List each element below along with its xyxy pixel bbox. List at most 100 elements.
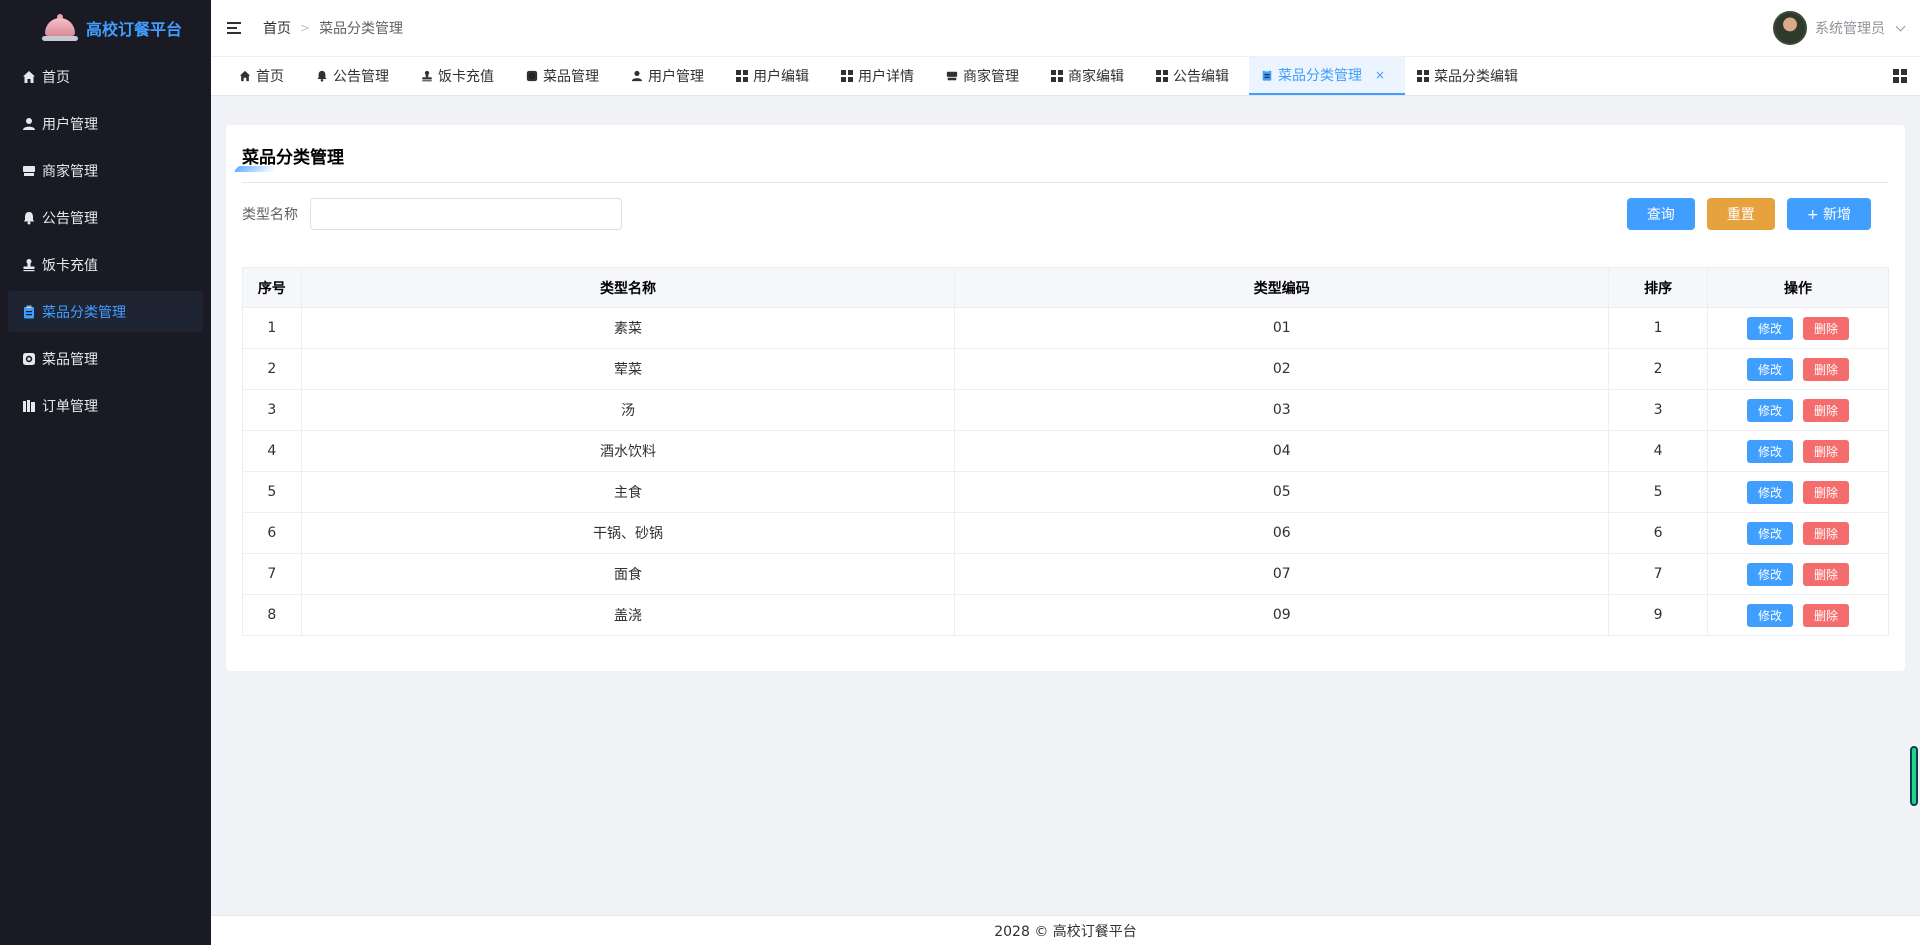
edit-button[interactable]: 修改 xyxy=(1747,521,1794,545)
edit-button[interactable]: 修改 xyxy=(1747,603,1794,627)
cell-type-code: 01 xyxy=(954,307,1610,349)
cell-index: 4 xyxy=(242,430,302,472)
cell-actions: 修改 删除 xyxy=(1707,553,1889,595)
close-icon[interactable]: × xyxy=(1375,68,1385,82)
sidebar-item-1[interactable]: 首页 xyxy=(8,56,203,97)
stamp-icon xyxy=(22,258,36,272)
edit-button[interactable]: 修改 xyxy=(1747,480,1794,504)
cell-actions: 修改 删除 xyxy=(1707,512,1889,554)
cell-index: 7 xyxy=(242,553,302,595)
tab-4[interactable]: 菜品管理 xyxy=(514,57,619,95)
tabs-bar: 首页 公告管理 饭卡充值 菜品管理 用户管理 用户编辑 用户详情 商家管理 商家编辑 公告编辑 菜品… xyxy=(211,56,1920,96)
delete-button[interactable]: 删除 xyxy=(1803,603,1850,627)
sidebar-item-2[interactable]: 用户管理 xyxy=(8,103,203,144)
sidebar-item-label: 公告管理 xyxy=(42,210,98,227)
tab-11[interactable]: 菜品分类管理 × xyxy=(1249,57,1406,95)
table-row: 6 干锅、砂锅 06 6 修改 删除 xyxy=(242,512,1889,554)
cell-type-code: 03 xyxy=(954,389,1610,431)
cell-actions: 修改 删除 xyxy=(1707,348,1889,390)
sidebar-item-7[interactable]: 菜品管理 xyxy=(8,338,203,379)
floating-scroll-handle[interactable] xyxy=(1910,746,1918,806)
table-row: 7 面食 07 7 修改 删除 xyxy=(242,553,1889,595)
home-icon xyxy=(239,70,251,82)
user-name[interactable]: 系统管理员 xyxy=(1815,18,1885,38)
breadcrumb-home[interactable]: 首页 xyxy=(263,18,291,38)
add-button[interactable]: + 新增 xyxy=(1786,198,1871,230)
sidebar-item-6[interactable]: 菜品分类管理 xyxy=(8,291,203,332)
sidebar-item-label: 商家管理 xyxy=(42,163,98,180)
cell-sort: 4 xyxy=(1608,430,1709,472)
edit-button[interactable]: 修改 xyxy=(1747,316,1794,340)
cell-actions: 修改 删除 xyxy=(1707,471,1889,513)
tabs-menu-icon[interactable] xyxy=(1880,57,1920,95)
app-title: 高校订餐平台 xyxy=(86,20,183,39)
sidebar-item-8[interactable]: 订单管理 xyxy=(8,385,203,426)
column-header-sort: 排序 xyxy=(1608,267,1709,308)
sidebar-item-4[interactable]: 公告管理 xyxy=(8,197,203,238)
table-row: 8 盖浇 09 9 修改 删除 xyxy=(242,594,1889,636)
tab-label: 菜品分类编辑 xyxy=(1434,69,1519,85)
tab-9[interactable]: 商家编辑 xyxy=(1039,57,1144,95)
edit-button[interactable]: 修改 xyxy=(1747,562,1794,586)
shop-icon xyxy=(22,164,36,178)
search-label: 类型名称 xyxy=(242,207,298,223)
breadcrumb-current: 菜品分类管理 xyxy=(319,21,404,37)
sidebar-item-label: 菜品分类管理 xyxy=(42,304,126,321)
sidebar-item-label: 菜品管理 xyxy=(42,351,98,368)
table-row: 4 酒水饮料 04 4 修改 删除 xyxy=(242,430,1889,472)
user-menu[interactable]: 系统管理员 xyxy=(1773,11,1906,45)
query-button[interactable]: 查询 xyxy=(1626,198,1695,230)
tab-5[interactable]: 用户管理 xyxy=(619,57,724,95)
type-name-input[interactable] xyxy=(310,198,622,230)
sidebar-item-5[interactable]: 饭卡充值 xyxy=(8,244,203,285)
tab-3[interactable]: 饭卡充值 xyxy=(409,57,514,95)
cell-index: 1 xyxy=(242,307,302,349)
bell-icon xyxy=(22,211,36,225)
sidebar-item-label: 订单管理 xyxy=(42,398,98,415)
edit-button[interactable]: 修改 xyxy=(1747,357,1794,381)
sidebar-item-3[interactable]: 商家管理 xyxy=(8,150,203,191)
reset-button[interactable]: 重置 xyxy=(1706,198,1775,230)
sidebar-menu: 首页用户管理商家管理公告管理饭卡充值菜品分类管理 菜品管理订单管理 xyxy=(0,56,211,426)
cell-actions: 修改 删除 xyxy=(1707,307,1889,349)
delete-button[interactable]: 删除 xyxy=(1803,439,1850,463)
cell-type-name: 面食 xyxy=(300,553,956,595)
edit-button[interactable]: 修改 xyxy=(1747,439,1794,463)
tab-1[interactable]: 首页 xyxy=(227,57,304,95)
tab-label: 公告编辑 xyxy=(1173,69,1229,85)
collapse-menu-icon[interactable] xyxy=(227,22,241,34)
delete-button[interactable]: 删除 xyxy=(1803,562,1850,586)
logo[interactable]: 高校订餐平台 xyxy=(0,0,211,56)
delete-button[interactable]: 删除 xyxy=(1803,398,1850,422)
cell-index: 2 xyxy=(242,348,302,390)
category-table: 序号 类型名称 类型编码 排序 操作 1 素菜 01 1 修改 删除 2 荤菜 02 2 修改 删除 3… xyxy=(242,267,1889,636)
grid-icon xyxy=(841,70,853,82)
order-icon xyxy=(22,399,36,413)
tab-6[interactable]: 用户编辑 xyxy=(724,57,829,95)
tab-8[interactable]: 商家管理 xyxy=(934,57,1039,95)
tab-10[interactable]: 公告编辑 xyxy=(1144,57,1249,95)
delete-button[interactable]: 删除 xyxy=(1803,357,1850,381)
dish-icon xyxy=(22,352,36,366)
cell-index: 6 xyxy=(242,512,302,554)
sidebar: 高校订餐平台 首页用户管理商家管理公告管理饭卡充值菜品分类管理 菜品管理订单管理 xyxy=(0,0,211,945)
tab-label: 公告管理 xyxy=(333,69,389,85)
table-row: 1 素菜 01 1 修改 删除 xyxy=(242,307,1889,349)
delete-button[interactable]: 删除 xyxy=(1803,521,1850,545)
cell-sort: 1 xyxy=(1608,307,1709,349)
avatar[interactable] xyxy=(1773,11,1807,45)
footer: 2028 © 高校订餐平台 xyxy=(211,915,1920,945)
table-row: 3 汤 03 3 修改 删除 xyxy=(242,389,1889,431)
tab-label: 菜品分类管理 xyxy=(1278,68,1362,84)
edit-button[interactable]: 修改 xyxy=(1747,398,1794,422)
cell-type-name: 主食 xyxy=(300,471,956,513)
delete-button[interactable]: 删除 xyxy=(1803,480,1850,504)
tab-2[interactable]: 公告管理 xyxy=(304,57,409,95)
delete-button[interactable]: 删除 xyxy=(1803,316,1850,340)
cell-type-name: 素菜 xyxy=(300,307,956,349)
tab-7[interactable]: 用户详情 xyxy=(829,57,934,95)
chevron-down-icon[interactable] xyxy=(1895,21,1906,31)
tab-12[interactable]: 菜品分类编辑 xyxy=(1405,57,1538,95)
sidebar-item-label: 用户管理 xyxy=(42,116,98,133)
column-header-index: 序号 xyxy=(242,267,302,308)
